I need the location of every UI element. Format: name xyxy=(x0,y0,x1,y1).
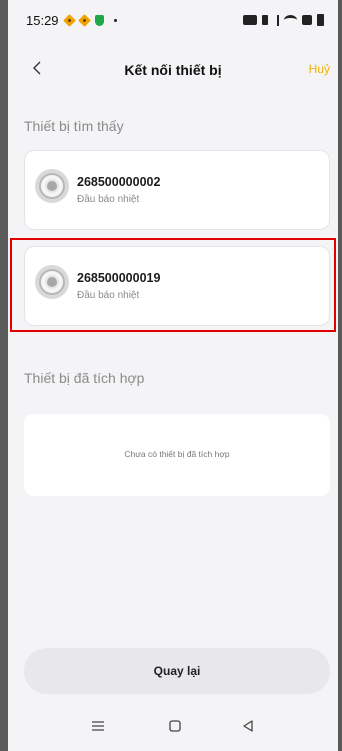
triangle-back-icon[interactable] xyxy=(236,716,260,736)
status-system-icons xyxy=(243,14,324,26)
data-saver-icon xyxy=(302,15,312,25)
back-bottom-button-label: Quay lại xyxy=(153,664,201,678)
home-square-icon[interactable] xyxy=(163,716,187,736)
notification-diamond-icon xyxy=(77,13,91,27)
selection-highlight xyxy=(10,238,336,332)
vibrate-icon xyxy=(262,15,268,25)
shield-icon xyxy=(94,14,104,26)
integrated-devices-title: Thiết bị đã tích hợp xyxy=(24,370,145,386)
heat-detector-icon xyxy=(35,169,69,203)
empty-state-text: Chưa có thiết bị đã tích hợp xyxy=(124,449,230,459)
app-header: Kết nối thiết bị Huỷ xyxy=(8,52,338,88)
cast-icon xyxy=(243,15,257,25)
device-type: Đầu báo nhiệt xyxy=(77,194,140,205)
page-title: Kết nối thiết bị xyxy=(124,62,222,78)
cancel-button[interactable]: Huỷ xyxy=(309,62,330,76)
notification-diamond-icon xyxy=(62,13,76,27)
status-time: 15:29 xyxy=(26,12,59,28)
back-bottom-button[interactable]: Quay lại xyxy=(24,648,330,694)
device-card[interactable]: 268500000002 Đầu báo nhiệt xyxy=(24,150,330,230)
integrated-devices-empty-card: Chưa có thiết bị đã tích hợp xyxy=(24,414,330,496)
more-notifications-icon xyxy=(113,18,117,22)
device-frame-right xyxy=(338,0,342,751)
found-devices-title: Thiết bị tìm thấy xyxy=(24,118,124,134)
battery-icon xyxy=(317,14,324,26)
device-frame-left xyxy=(0,0,8,751)
system-nav-bar xyxy=(8,700,338,751)
device-id: 268500000002 xyxy=(77,175,161,189)
status-bar: 15:29 xyxy=(8,0,338,40)
bluetooth-icon xyxy=(273,14,279,26)
app-screen: 15:29 Kết nối thiết bị Huỷ Thiết bị tìm … xyxy=(8,0,338,751)
menu-icon[interactable] xyxy=(86,716,110,736)
wifi-icon xyxy=(284,15,297,25)
status-notification-icons xyxy=(62,13,117,27)
